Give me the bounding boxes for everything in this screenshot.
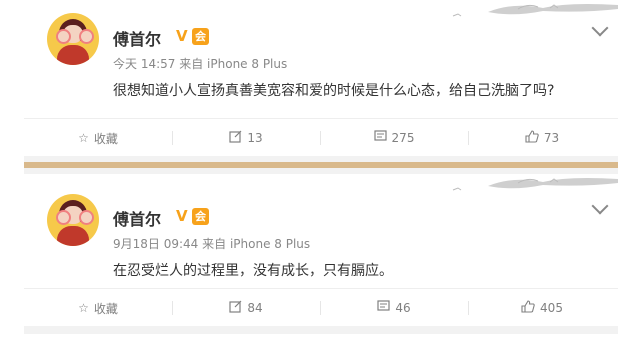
member-badge-icon[interactable]: 会 bbox=[192, 28, 209, 45]
post-divider bbox=[24, 156, 618, 174]
action-bar: ☆ 收藏 84 46 405 bbox=[24, 288, 618, 327]
favorite-label: 收藏 bbox=[93, 301, 118, 316]
weibo-post-2: 傅首尔 V 会 9月18日 09:44 来自 iPhone 8 Plus 在忍受… bbox=[24, 174, 618, 326]
favorite-button[interactable]: ☆ 收藏 bbox=[24, 119, 172, 157]
weibo-post-1: 傅首尔 V 会 今天 14:57 来自 iPhone 8 Plus 很想知道小人… bbox=[24, 0, 618, 156]
comment-button[interactable]: 275 bbox=[320, 119, 468, 157]
favorite-label: 收藏 bbox=[93, 131, 118, 146]
comment-icon bbox=[377, 300, 390, 316]
comment-count: 46 bbox=[395, 301, 411, 315]
share-icon bbox=[229, 130, 242, 146]
like-count: 73 bbox=[543, 131, 560, 145]
post-content: 很想知道小人宣扬真善美宽容和爱的时候是什么心态，给自己洗脑了吗? bbox=[113, 83, 555, 99]
post-content: 在忍受烂人的过程里，没有成长，只有膈应。 bbox=[113, 263, 393, 279]
comment-count: 275 bbox=[391, 131, 415, 145]
bottom-divider bbox=[24, 326, 618, 334]
action-bar: ☆ 收藏 13 275 73 bbox=[24, 118, 618, 157]
like-button[interactable]: 73 bbox=[468, 119, 616, 157]
comment-button[interactable]: 46 bbox=[320, 289, 468, 327]
share-icon bbox=[229, 300, 242, 316]
star-icon: ☆ bbox=[78, 131, 89, 145]
like-count: 405 bbox=[540, 301, 563, 315]
star-icon: ☆ bbox=[78, 301, 89, 315]
verified-icon: V bbox=[176, 27, 188, 45]
member-badge-icon[interactable]: 会 bbox=[192, 208, 209, 225]
avatar[interactable] bbox=[47, 13, 99, 65]
ink-landscape-decoration bbox=[452, 178, 618, 191]
post-time[interactable]: 今天 14:57 bbox=[113, 57, 175, 71]
repost-count: 84 bbox=[247, 301, 263, 315]
comment-icon bbox=[373, 130, 387, 146]
verified-icon: V bbox=[176, 207, 188, 225]
avatar[interactable] bbox=[47, 194, 99, 246]
post-meta: 今天 14:57 来自 iPhone 8 Plus bbox=[113, 55, 287, 72]
post-source: 来自 iPhone 8 Plus bbox=[202, 237, 311, 251]
repost-button[interactable]: 13 bbox=[172, 119, 320, 157]
post-meta: 9月18日 09:44 来自 iPhone 8 Plus bbox=[113, 235, 310, 252]
favorite-button[interactable]: ☆ 收藏 bbox=[24, 289, 172, 327]
like-button[interactable]: 405 bbox=[468, 289, 616, 327]
author-name[interactable]: 傅首尔 bbox=[113, 26, 161, 50]
author-name[interactable]: 傅首尔 bbox=[113, 206, 161, 230]
ink-landscape-decoration bbox=[452, 4, 618, 17]
repost-button[interactable]: 84 bbox=[172, 289, 320, 327]
post-source: 来自 iPhone 8 Plus bbox=[179, 57, 288, 71]
repost-count: 13 bbox=[247, 131, 263, 145]
thumbs-up-icon bbox=[525, 130, 539, 146]
post-time[interactable]: 9月18日 09:44 bbox=[113, 237, 198, 251]
thumbs-up-icon bbox=[521, 300, 535, 316]
